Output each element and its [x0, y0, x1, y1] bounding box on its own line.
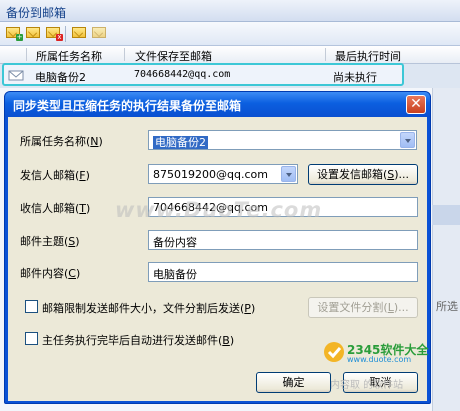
auto-send-checkbox[interactable] [25, 332, 38, 345]
side-label: 所选 [436, 300, 458, 313]
row-last-run: 尚未执行 [333, 71, 377, 84]
row-email: 704668442@qq.com [134, 69, 231, 80]
table-row[interactable]: 电脑备份2 704668442@qq.com 尚未执行 [2, 63, 404, 86]
logo-icon [324, 342, 344, 362]
task-name-label: 所属任务名称(N) [20, 135, 103, 148]
column-last-run[interactable]: 最后执行时间 [335, 48, 401, 64]
column-task-name[interactable]: 所属任务名称 [36, 48, 102, 64]
grid-header: 所属任务名称 文件保存至邮箱 最后执行时间 [0, 46, 460, 64]
task-name-select[interactable]: 电脑备份2 [148, 130, 417, 150]
close-icon: ✕ [410, 96, 422, 112]
right-panel [432, 88, 460, 411]
sender-label: 发信人邮箱(F) [20, 169, 90, 182]
split-file-button[interactable]: 设置文件分割(L)... [308, 297, 418, 318]
limit-size-label[interactable]: 邮箱限制发送邮件大小，文件分割后发送(P) [42, 300, 255, 316]
watermark: www.DuoTe.com [115, 198, 323, 222]
delete-mail-icon[interactable]: x [46, 27, 63, 41]
auto-send-label[interactable]: 主任务执行完毕后自动进行发送邮件(B) [42, 332, 234, 348]
dialog-title: 同步类型且压缩任务的执行结果备份至邮箱 [13, 99, 242, 113]
send-mail-icon[interactable] [72, 27, 86, 38]
footer-text: 内容取 的软件站 [330, 380, 404, 391]
sender-value: 875019200@qq.com [153, 168, 268, 181]
content-field[interactable]: 电脑备份 [148, 262, 418, 282]
limit-size-checkbox[interactable] [25, 300, 38, 313]
add-mail-icon[interactable]: + [6, 27, 23, 41]
subject-field[interactable]: 备份内容 [148, 230, 418, 250]
set-sender-button[interactable]: 设置发信邮箱(S)... [308, 164, 418, 185]
window-title: 备份到邮箱 [0, 0, 460, 22]
column-save-email[interactable]: 文件保存至邮箱 [135, 48, 212, 64]
mail-settings-icon[interactable] [92, 27, 106, 38]
dialog-titlebar[interactable]: 同步类型且压缩任务的执行结果备份至邮箱 ✕ [5, 92, 430, 117]
toolbar-divider [65, 26, 66, 42]
subject-label: 邮件主题(S) [20, 235, 80, 248]
chevron-down-icon[interactable] [400, 132, 415, 148]
chevron-down-icon[interactable] [281, 166, 296, 182]
close-button[interactable]: ✕ [406, 95, 426, 114]
toolbar: + x [0, 22, 460, 46]
mail-row-icon [8, 70, 24, 81]
row-task-name: 电脑备份2 [35, 71, 86, 84]
content-label: 邮件内容(C) [20, 267, 81, 280]
panel-strip [432, 205, 460, 225]
ok-button[interactable]: 确定 [256, 372, 331, 393]
sender-email-select[interactable]: 875019200@qq.com [148, 164, 298, 184]
recipient-label: 收信人邮箱(T) [20, 202, 91, 215]
task-name-value: 电脑备份2 [153, 136, 208, 149]
edit-mail-icon[interactable] [26, 27, 40, 38]
logo-url: www.duote.com [347, 355, 412, 364]
